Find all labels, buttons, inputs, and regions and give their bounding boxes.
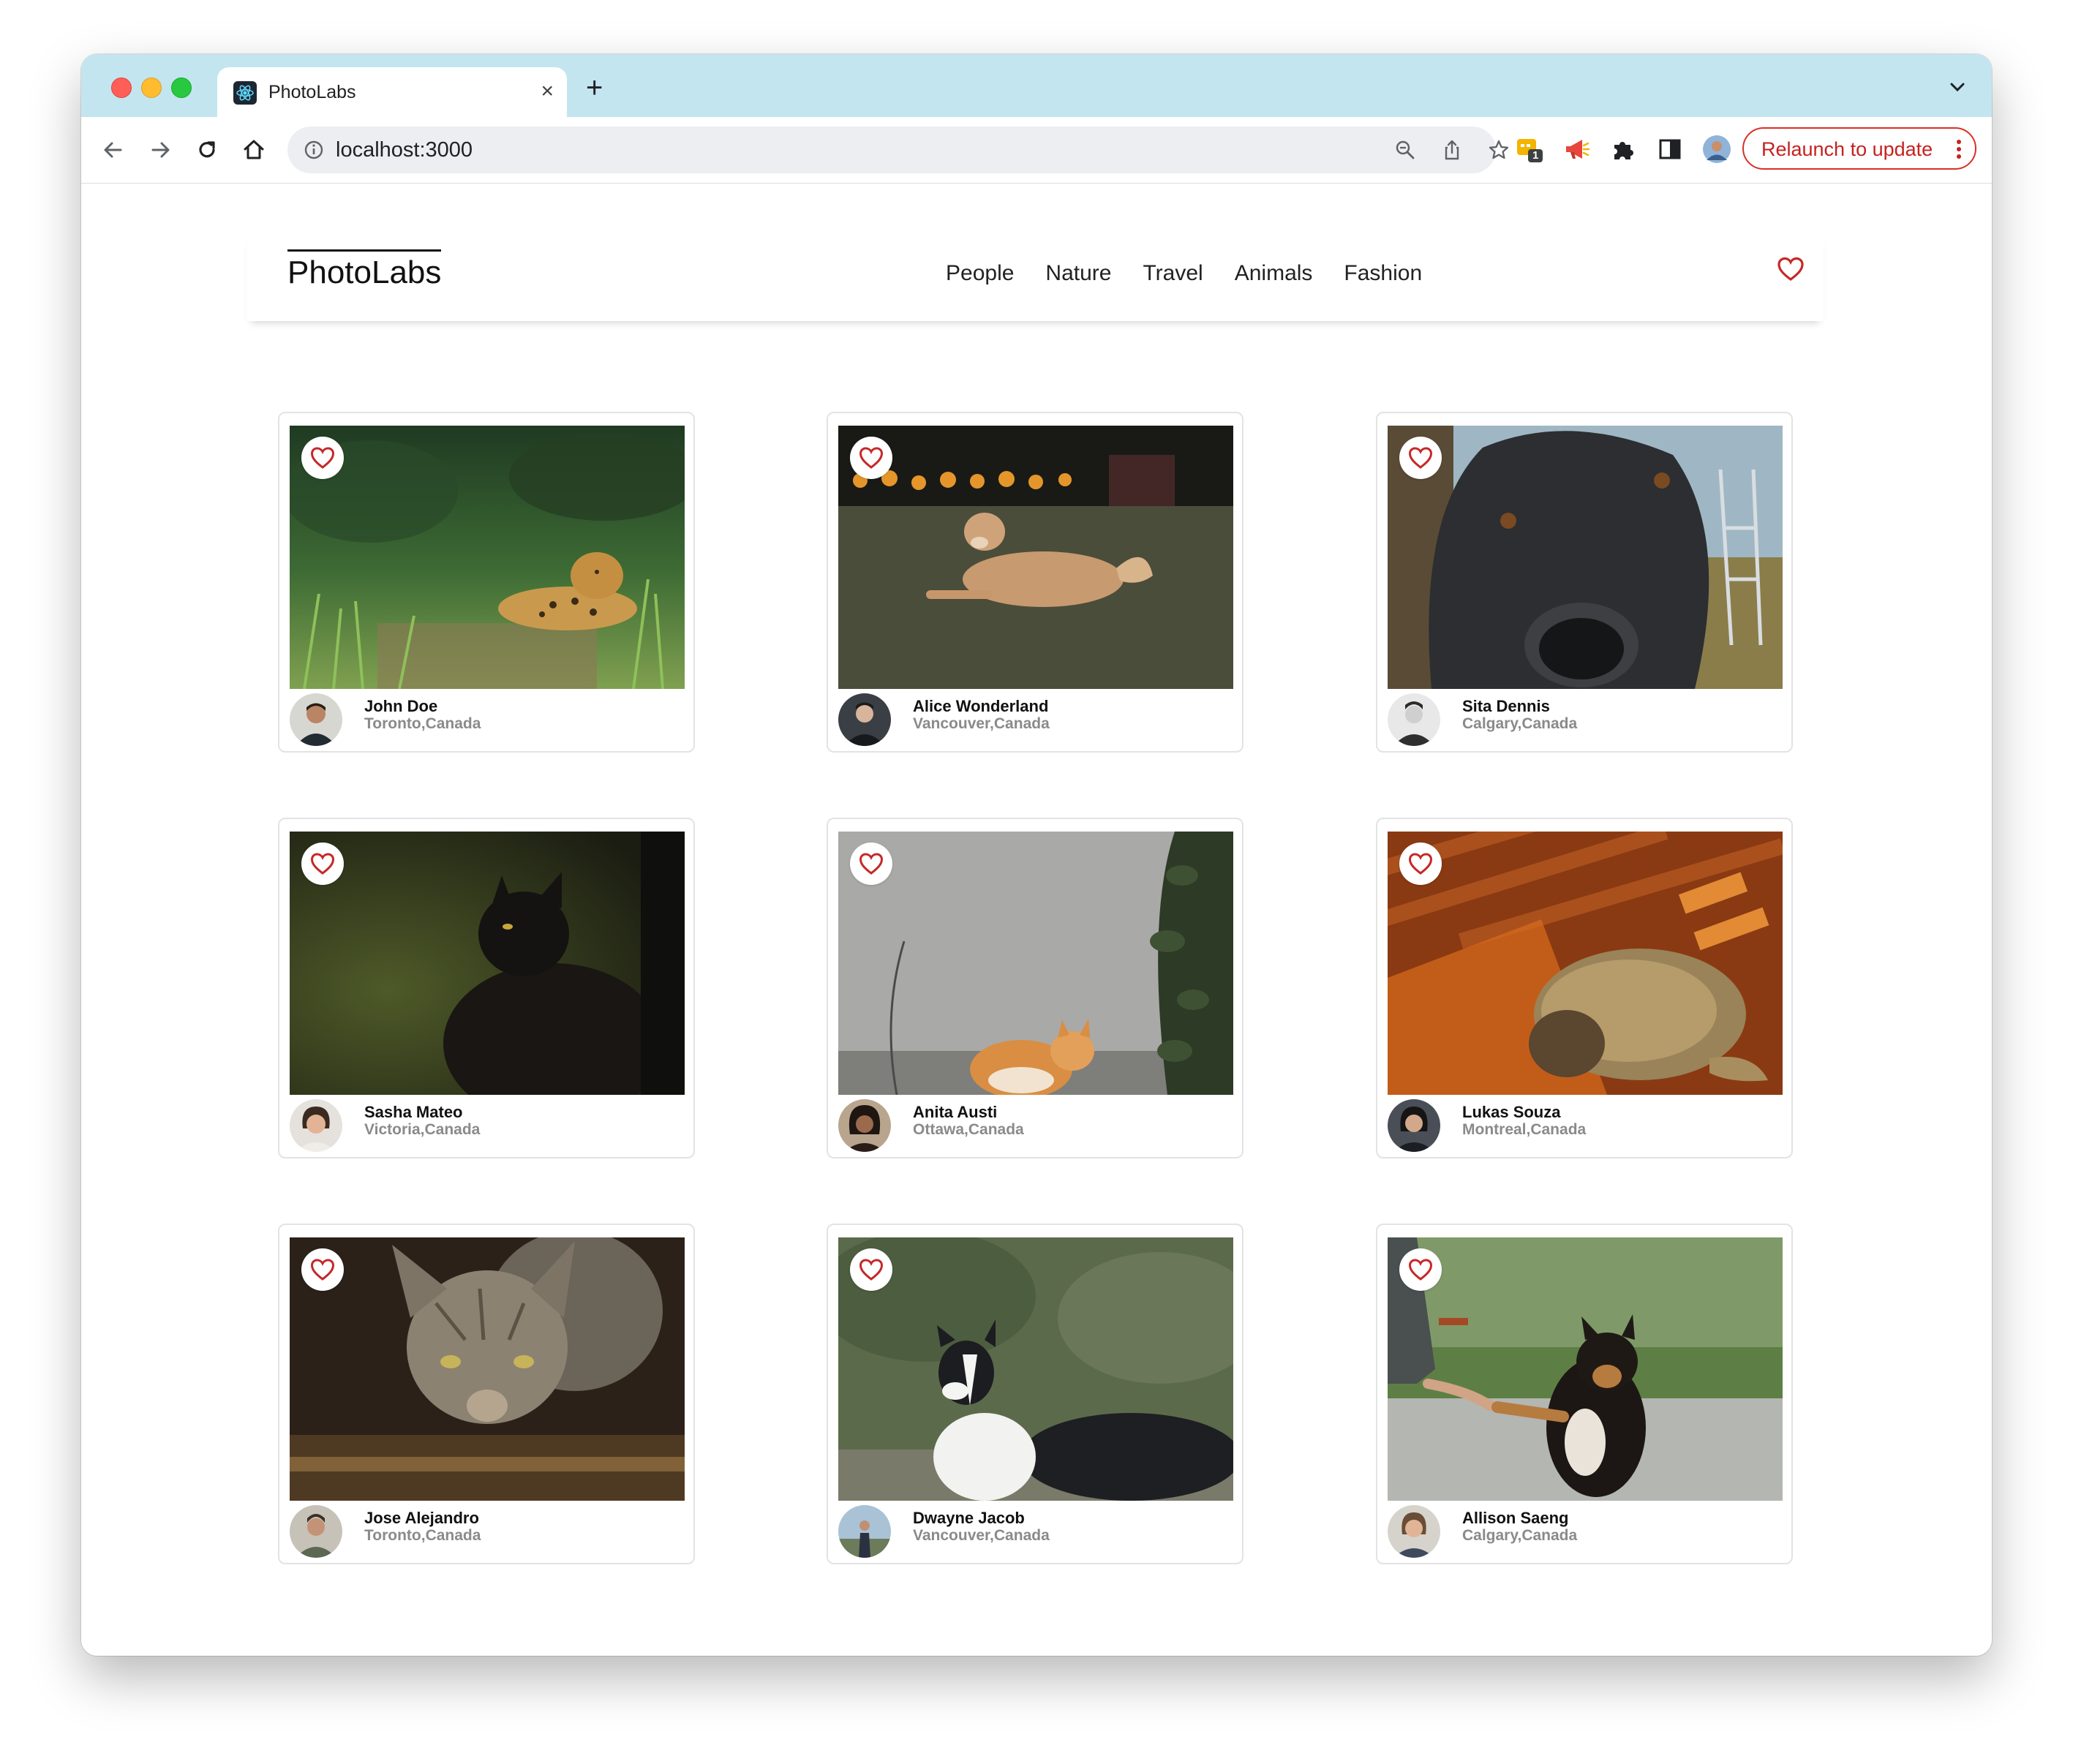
top-navigation-bar: PhotoLabs People Nature Travel Animals F… [247,235,1824,321]
puzzle-extensions-icon[interactable] [1609,135,1638,164]
react-favicon-icon [233,81,257,105]
photographer-name: Lukas Souza [1462,1103,1561,1121]
photographer-name: Alice Wonderland [913,697,1049,715]
app-logo[interactable]: PhotoLabs [287,249,442,291]
favorite-heart-icon[interactable] [301,437,344,479]
photo-image[interactable] [1388,426,1783,689]
forward-arrow-icon[interactable] [146,135,175,165]
relaunch-button[interactable]: Relaunch to update [1742,127,1976,170]
zoom-icon[interactable] [1393,138,1417,162]
photo-image[interactable] [838,426,1233,689]
browser-tab[interactable]: PhotoLabs × [217,67,567,117]
page-content: PhotoLabs People Nature Travel Animals F… [81,184,1992,1656]
photo-card[interactable]: Anita Austi Ottawa,Canada [827,818,1244,1158]
share-icon[interactable] [1440,138,1464,162]
favorite-heart-icon[interactable] [850,843,892,885]
favorite-heart-icon[interactable] [1399,1248,1442,1291]
side-panel-icon[interactable] [1655,135,1685,164]
photo-image[interactable] [1388,832,1783,1095]
photo-image[interactable] [290,1237,685,1501]
zoom-window-button[interactable] [171,78,192,98]
browser-toolbar: localhost:3000 1 Relaunch to update [81,117,1992,184]
tab-title: PhotoLabs [268,82,356,102]
avatar [838,1099,891,1152]
avatar [290,1505,342,1558]
photographer-location: Toronto,Canada [364,1527,481,1544]
avatar [1388,693,1440,746]
photographer-name: Jose Alejandro [364,1509,479,1527]
topic-fashion[interactable]: Fashion [1344,261,1422,286]
favorite-heart-icon[interactable] [850,1248,892,1291]
photo-image[interactable] [838,832,1233,1095]
photo-card[interactable]: John Doe Toronto,Canada [278,412,695,753]
photo-card[interactable]: Jose Alejandro Toronto,Canada [278,1224,695,1564]
home-icon[interactable] [239,135,268,165]
more-vert-icon[interactable] [1956,139,1962,159]
photo-card[interactable]: Alice Wonderland Vancouver,Canada [827,412,1244,753]
topic-travel[interactable]: Travel [1143,261,1203,286]
photographer-name: Sita Dennis [1462,697,1550,715]
tab-strip: PhotoLabs × + [81,54,1992,117]
topic-list: People Nature Travel Animals Fashion [946,261,1422,286]
avatar [290,693,342,746]
photo-card[interactable]: Dwayne Jacob Vancouver,Canada [827,1224,1244,1564]
photographer-location: Montreal,Canada [1462,1121,1587,1138]
photographer-location: Victoria,Canada [364,1121,481,1138]
photographer-name: Dwayne Jacob [913,1509,1025,1527]
avatar [1388,1099,1440,1152]
tab-close-icon[interactable]: × [541,79,554,104]
photo-card[interactable]: Sita Dennis Calgary,Canada [1376,412,1793,753]
profile-avatar-icon[interactable] [1702,135,1731,164]
photo-image[interactable] [838,1237,1233,1501]
photographer-location: Vancouver,Canada [913,715,1050,732]
favorite-heart-icon[interactable] [850,437,892,479]
photographer-name: Anita Austi [913,1103,998,1121]
close-window-button[interactable] [111,78,132,98]
favorite-heart-icon[interactable] [1399,437,1442,479]
avatar [290,1099,342,1152]
photographer-name: Sasha Mateo [364,1103,463,1121]
site-info-icon[interactable] [304,140,324,160]
minimize-window-button[interactable] [141,78,162,98]
address-bar[interactable]: localhost:3000 [287,127,1509,173]
favorite-heart-icon[interactable] [1399,843,1442,885]
relaunch-label: Relaunch to update [1761,138,1933,160]
photo-card[interactable]: Lukas Souza Montreal,Canada [1376,818,1793,1158]
avatar [838,1505,891,1558]
favorites-heart-icon[interactable] [1777,255,1805,283]
chevron-down-icon[interactable] [1946,76,1968,98]
photographer-name: John Doe [364,697,438,715]
photo-image[interactable] [1388,1237,1783,1501]
topic-nature[interactable]: Nature [1045,261,1111,286]
photo-card[interactable]: Sasha Mateo Victoria,Canada [278,818,695,1158]
photographer-location: Vancouver,Canada [913,1527,1050,1544]
back-arrow-icon[interactable] [99,135,128,165]
bookmark-star-icon[interactable] [1487,138,1510,162]
extension-badge-count: 1 [1532,149,1539,162]
photographer-name: Allison Saeng [1462,1509,1569,1527]
avatar [838,693,891,746]
photographer-location: Calgary,Canada [1462,715,1578,732]
browser-window: PhotoLabs × + localhost:3000 1 Relaunch … [81,54,1992,1656]
photo-image[interactable] [290,426,685,689]
photo-card[interactable]: Allison Saeng Calgary,Canada [1376,1224,1793,1564]
topic-people[interactable]: People [946,261,1014,286]
new-tab-button[interactable]: + [586,73,603,102]
topic-animals[interactable]: Animals [1235,261,1313,286]
avatar [1388,1505,1440,1558]
extension-badge-icon[interactable]: 1 [1515,135,1544,164]
photographer-location: Calgary,Canada [1462,1527,1578,1544]
reload-icon[interactable] [192,135,222,165]
favorite-heart-icon[interactable] [301,1248,344,1291]
url-text[interactable]: localhost:3000 [336,138,473,162]
megaphone-icon[interactable] [1562,135,1591,164]
photo-image[interactable] [290,832,685,1095]
photographer-location: Ottawa,Canada [913,1121,1024,1138]
favorite-heart-icon[interactable] [301,843,344,885]
photographer-location: Toronto,Canada [364,715,481,732]
